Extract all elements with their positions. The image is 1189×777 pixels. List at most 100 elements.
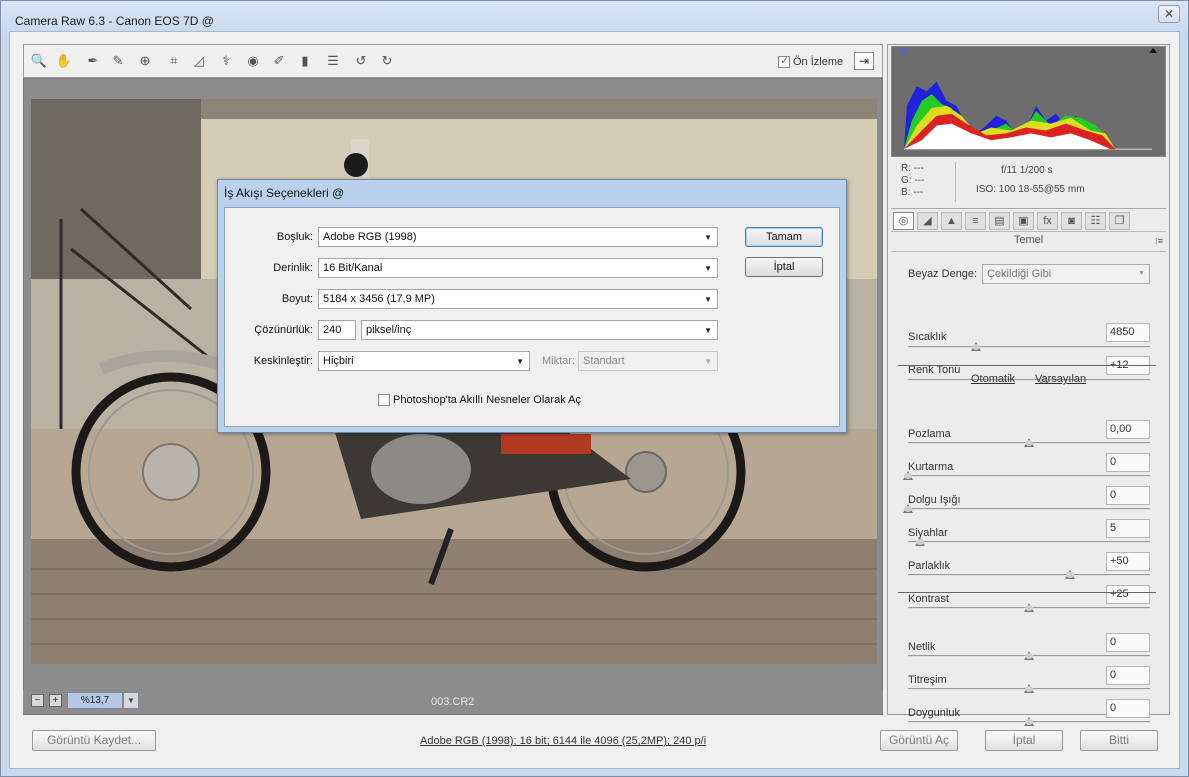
fill-light-slider-thumb[interactable] [903, 504, 913, 513]
zoom-dropdown-icon[interactable]: ▼ [123, 692, 139, 709]
spot-removal-tool-icon[interactable]: ⚕ [217, 52, 235, 70]
vibrance-slider-thumb[interactable] [1024, 684, 1034, 693]
panel-menu-icon[interactable]: ⁝≡ [1155, 236, 1163, 247]
fill-light-slider[interactable] [903, 504, 1150, 513]
recovery-slider-thumb[interactable] [903, 471, 913, 480]
contrast-value-field[interactable]: +25 [1106, 585, 1150, 604]
dialog-body: Boşluk: Adobe RGB (1998) Derinlik: 16 Bi… [224, 207, 840, 427]
split-toning-tab-icon[interactable]: ▤ [989, 212, 1010, 230]
iso-lens-info: ISO: 100 18-55@55 mm [976, 184, 1085, 195]
presets-tab-icon[interactable]: ☷ [1085, 212, 1106, 230]
resolution-label: Çözünürlük: [254, 324, 313, 336]
size-select[interactable]: 5184 x 3456 (17,9 MP) [318, 289, 718, 309]
recovery-slider[interactable] [903, 471, 1150, 480]
zoom-tool-icon[interactable]: 🔍 [30, 52, 48, 70]
blacks-slider-thumb[interactable] [915, 537, 926, 546]
camera-raw-window: Camera Raw 6.3 - Canon EOS 7D @ ✕ 🔍 ✋ ✒ … [0, 0, 1189, 777]
section-divider [898, 365, 1156, 366]
temperature-slider[interactable] [908, 342, 1150, 351]
white-balance-tool-icon[interactable]: ✒ [84, 52, 102, 70]
dialog-cancel-button[interactable]: İptal [745, 257, 823, 277]
smart-objects-checkbox[interactable] [378, 394, 390, 406]
resolution-input[interactable]: 240 [318, 320, 356, 340]
brightness-slider[interactable] [908, 570, 1150, 579]
auto-link[interactable]: Otomatik [971, 373, 1015, 385]
depth-select[interactable]: 16 Bit/Kanal [318, 258, 718, 278]
preferences-icon[interactable]: ☰ [324, 52, 342, 70]
histogram [891, 46, 1166, 157]
targeted-adjustment-tool-icon[interactable]: ⊕ [136, 52, 154, 70]
close-icon[interactable]: ✕ [1158, 5, 1180, 23]
default-link[interactable]: Varsayılan [1035, 373, 1086, 385]
blacks-slider[interactable] [908, 537, 1150, 546]
saturation-slider[interactable] [908, 717, 1150, 726]
red-value: R: --- [901, 163, 924, 174]
sharpen-select[interactable]: Hiçbiri [318, 351, 530, 371]
zoom-level-field[interactable]: %13,7 [67, 692, 123, 709]
exposure-slider[interactable] [908, 438, 1150, 447]
exposure-value-field[interactable]: 0,00 [1106, 420, 1150, 439]
tint-slider[interactable] [908, 375, 1150, 384]
space-select[interactable]: Adobe RGB (1998) [318, 227, 718, 247]
detail-tab-icon[interactable]: ▲ [941, 212, 962, 230]
preview-checkbox[interactable] [778, 54, 790, 68]
hand-tool-icon[interactable]: ✋ [55, 52, 73, 70]
temperature-slider-thumb[interactable] [970, 342, 981, 351]
clarity-label: Netlik [908, 641, 936, 653]
hsl-tab-icon[interactable]: ≡ [965, 212, 986, 230]
color-sampler-tool-icon[interactable]: ✎ [109, 52, 127, 70]
vibrance-label: Titreşim [908, 674, 947, 686]
fill-light-value-field[interactable]: 0 [1106, 486, 1150, 505]
camera-calibration-tab-icon[interactable]: ◙ [1061, 212, 1082, 230]
exposure-slider-thumb[interactable] [1024, 438, 1034, 447]
done-button[interactable]: Bitti [1080, 730, 1158, 751]
brightness-value-field[interactable]: +50 [1106, 552, 1150, 571]
lens-corrections-tab-icon[interactable]: ▣ [1013, 212, 1034, 230]
effects-tab-icon[interactable]: fx [1037, 212, 1058, 230]
brightness-slider-thumb[interactable] [1065, 570, 1076, 579]
resolution-unit-select[interactable]: piksel/inç [361, 320, 718, 340]
save-image-button[interactable]: Görüntü Kaydet... [32, 730, 156, 751]
clarity-slider[interactable] [908, 651, 1150, 660]
contrast-slider-thumb[interactable] [1024, 603, 1034, 612]
crop-tool-icon[interactable]: ⌗ [165, 52, 183, 70]
open-image-button[interactable]: Görüntü Aç [880, 730, 958, 751]
cancel-button[interactable]: İptal [985, 730, 1063, 751]
recovery-value-field[interactable]: 0 [1106, 453, 1150, 472]
rotate-cw-icon[interactable]: ↻ [378, 52, 396, 70]
basic-tab-icon[interactable]: ◎ [893, 212, 914, 230]
rotate-ccw-icon[interactable]: ↺ [352, 52, 370, 70]
histogram-readout: R: --- G: --- B: --- f/11 1/200 s ISO: 1… [891, 158, 1166, 208]
white-balance-select[interactable]: Çekildiği Gibi [982, 264, 1150, 284]
clarity-value-field[interactable]: 0 [1106, 633, 1150, 652]
dialog-title: İş Akışı Seçenekleri @ [224, 186, 345, 200]
blacks-value-field[interactable]: 5 [1106, 519, 1150, 538]
tone-curve-tab-icon[interactable]: ◢ [917, 212, 938, 230]
basic-panel-title: Temel [1013, 234, 1044, 246]
preview-toggle[interactable]: Ön İzleme [778, 54, 843, 70]
temperature-value-field[interactable]: 4850 [1106, 323, 1150, 342]
panel-divider [891, 251, 1166, 252]
zoom-out-button[interactable]: − [31, 694, 44, 707]
straighten-tool-icon[interactable]: ◿ [190, 52, 208, 70]
vibrance-slider[interactable] [908, 684, 1150, 693]
saturation-slider-thumb[interactable] [1024, 717, 1034, 726]
window-title: Camera Raw 6.3 - Canon EOS 7D @ [15, 14, 214, 28]
vibrance-value-field[interactable]: 0 [1106, 666, 1150, 685]
toolbar: 🔍 ✋ ✒ ✎ ⊕ ⌗ ◿ ⚕ ◉ ✐ ▮ ☰ ↺ ↻ Ön İzleme ⇥ [23, 44, 883, 78]
clarity-slider-thumb[interactable] [1024, 651, 1034, 660]
graduated-filter-icon[interactable]: ▮ [296, 52, 314, 70]
depth-label: Derinlik: [273, 262, 313, 274]
workflow-options-link[interactable]: Adobe RGB (1998); 16 bit; 6144 ile 4096 … [420, 735, 706, 747]
contrast-slider[interactable] [908, 603, 1150, 612]
saturation-value-field[interactable]: 0 [1106, 699, 1150, 718]
red-eye-removal-tool-icon[interactable]: ◉ [244, 52, 262, 70]
recovery-label: Kurtarma [908, 461, 954, 473]
smart-objects-option[interactable]: Photoshop'ta Akıllı Nesneler Olarak Aç [378, 394, 581, 406]
temperature-label: Sıcaklık [908, 331, 947, 343]
snapshots-tab-icon[interactable]: ❐ [1109, 212, 1130, 230]
ok-button[interactable]: Tamam [745, 227, 823, 247]
fullscreen-icon[interactable]: ⇥ [854, 52, 874, 70]
adjustment-brush-icon[interactable]: ✐ [270, 52, 288, 70]
zoom-in-button[interactable]: + [49, 694, 62, 707]
